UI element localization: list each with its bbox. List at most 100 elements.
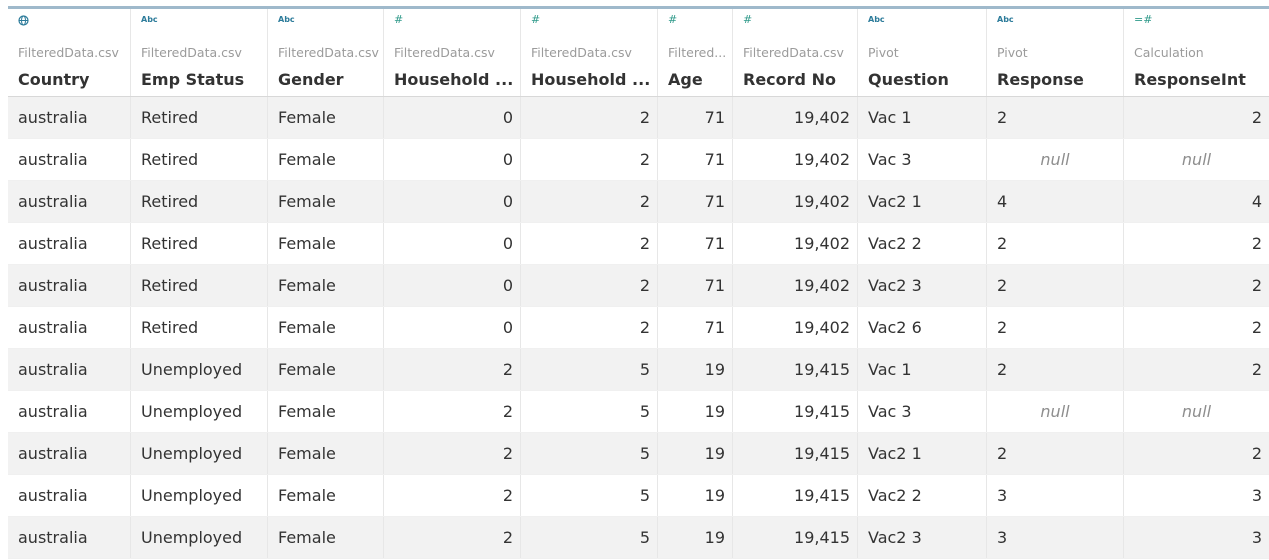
table-cell[interactable]: 2 bbox=[987, 265, 1124, 306]
table-cell[interactable]: 2 bbox=[384, 517, 521, 558]
table-cell[interactable]: Vac 1 bbox=[858, 97, 987, 138]
table-cell[interactable]: 0 bbox=[384, 139, 521, 180]
table-cell[interactable]: australia bbox=[8, 223, 131, 264]
table-cell[interactable]: Vac2 2 bbox=[858, 223, 987, 264]
table-cell[interactable]: 4 bbox=[1124, 181, 1269, 222]
abc-icon[interactable]: Abc bbox=[278, 14, 295, 26]
table-cell[interactable]: Unemployed bbox=[131, 349, 268, 390]
calculated-number-icon[interactable]: =# bbox=[1134, 14, 1152, 26]
table-cell[interactable]: 19 bbox=[658, 517, 733, 558]
table-cell[interactable]: Vac2 1 bbox=[858, 433, 987, 474]
table-cell[interactable]: null bbox=[987, 139, 1124, 180]
table-cell[interactable]: Vac2 3 bbox=[858, 265, 987, 306]
table-cell[interactable]: australia bbox=[8, 265, 131, 306]
table-cell[interactable]: 2 bbox=[1124, 265, 1269, 306]
table-cell[interactable]: 71 bbox=[658, 97, 733, 138]
table-cell[interactable]: Unemployed bbox=[131, 391, 268, 432]
table-cell[interactable]: australia bbox=[8, 349, 131, 390]
column-header[interactable]: # FilteredData.csv Household ... bbox=[521, 9, 658, 96]
number-icon[interactable]: # bbox=[743, 14, 752, 26]
table-cell[interactable]: Vac2 6 bbox=[858, 307, 987, 348]
table-cell[interactable]: 2 bbox=[384, 433, 521, 474]
table-row[interactable]: australia Retired Female 0 2 71 19,402 Vac 3 nul… bbox=[8, 139, 1269, 181]
table-cell[interactable]: 19,402 bbox=[733, 223, 858, 264]
table-cell[interactable]: 0 bbox=[384, 181, 521, 222]
table-cell[interactable]: Female bbox=[268, 265, 384, 306]
table-cell[interactable]: Retired bbox=[131, 139, 268, 180]
table-cell[interactable]: 19,402 bbox=[733, 139, 858, 180]
table-cell[interactable]: Female bbox=[268, 139, 384, 180]
table-cell[interactable]: 19,402 bbox=[733, 181, 858, 222]
table-cell[interactable]: 2 bbox=[521, 97, 658, 138]
table-cell[interactable]: 2 bbox=[987, 97, 1124, 138]
column-name[interactable]: Question bbox=[868, 70, 982, 89]
table-cell[interactable]: Retired bbox=[131, 223, 268, 264]
table-row[interactable]: australia Retired Female 0 2 71 19,402 Vac2 144 bbox=[8, 181, 1269, 223]
table-cell[interactable]: 3 bbox=[987, 475, 1124, 516]
table-cell[interactable]: Female bbox=[268, 181, 384, 222]
table-cell[interactable]: Unemployed bbox=[131, 475, 268, 516]
table-cell[interactable]: 0 bbox=[384, 307, 521, 348]
table-cell[interactable]: 3 bbox=[987, 517, 1124, 558]
table-cell[interactable]: 0 bbox=[384, 223, 521, 264]
table-cell[interactable]: Vac 1 bbox=[858, 349, 987, 390]
column-header[interactable]: # FilteredData.csv Household ... bbox=[384, 9, 521, 96]
column-name[interactable]: Country bbox=[18, 70, 126, 89]
table-cell[interactable]: null bbox=[987, 391, 1124, 432]
table-cell[interactable]: Vac2 3 bbox=[858, 517, 987, 558]
table-cell[interactable]: 2 bbox=[384, 349, 521, 390]
table-row[interactable]: australia Unemployed Female 2 5 19 19,415 Vac2 … bbox=[8, 433, 1269, 475]
table-cell[interactable]: Vac2 1 bbox=[858, 181, 987, 222]
table-cell[interactable]: 3 bbox=[1124, 475, 1269, 516]
table-cell[interactable]: 2 bbox=[384, 391, 521, 432]
column-header[interactable]: # Filtered... Age bbox=[658, 9, 733, 96]
table-cell[interactable]: 2 bbox=[1124, 223, 1269, 264]
table-cell[interactable]: 19 bbox=[658, 433, 733, 474]
column-header[interactable]: =# Calculation ResponseInt bbox=[1124, 9, 1269, 96]
table-cell[interactable]: 71 bbox=[658, 265, 733, 306]
table-cell[interactable]: australia bbox=[8, 517, 131, 558]
table-cell[interactable]: 19 bbox=[658, 349, 733, 390]
table-cell[interactable]: 4 bbox=[987, 181, 1124, 222]
table-cell[interactable]: 2 bbox=[521, 265, 658, 306]
table-cell[interactable]: Vac 3 bbox=[858, 139, 987, 180]
table-cell[interactable]: 71 bbox=[658, 307, 733, 348]
number-icon[interactable]: # bbox=[394, 14, 403, 26]
column-header[interactable]: Abc FilteredData.csv Gender bbox=[268, 9, 384, 96]
column-name[interactable]: Gender bbox=[278, 70, 379, 89]
table-cell[interactable]: 0 bbox=[384, 97, 521, 138]
table-cell[interactable]: Female bbox=[268, 475, 384, 516]
table-cell[interactable]: Unemployed bbox=[131, 433, 268, 474]
table-cell[interactable]: 19,415 bbox=[733, 391, 858, 432]
table-cell[interactable]: australia bbox=[8, 307, 131, 348]
table-cell[interactable]: 5 bbox=[521, 433, 658, 474]
table-cell[interactable]: australia bbox=[8, 433, 131, 474]
table-row[interactable]: australia Retired Female 0 2 71 19,402 Vac2 222 bbox=[8, 223, 1269, 265]
abc-icon[interactable]: Abc bbox=[868, 14, 885, 26]
number-icon[interactable]: # bbox=[531, 14, 540, 26]
column-header[interactable]: Abc FilteredData.csv Emp Status bbox=[131, 9, 268, 96]
table-cell[interactable]: 71 bbox=[658, 139, 733, 180]
table-row[interactable]: australia Retired Female 0 2 71 19,402 Vac 122 bbox=[8, 97, 1269, 139]
table-cell[interactable]: 19,402 bbox=[733, 97, 858, 138]
table-cell[interactable]: 19,402 bbox=[733, 307, 858, 348]
column-header[interactable]: FilteredData.csv Country bbox=[8, 9, 131, 96]
table-cell[interactable]: Female bbox=[268, 391, 384, 432]
table-cell[interactable]: Unemployed bbox=[131, 517, 268, 558]
table-row[interactable]: australia Unemployed Female 2 5 19 19,415 Vac2 … bbox=[8, 475, 1269, 517]
table-row[interactable]: australia Retired Female 0 2 71 19,402 Vac2 322 bbox=[8, 265, 1269, 307]
table-cell[interactable]: australia bbox=[8, 139, 131, 180]
abc-icon[interactable]: Abc bbox=[141, 14, 158, 26]
table-cell[interactable]: 0 bbox=[384, 265, 521, 306]
table-cell[interactable]: Female bbox=[268, 517, 384, 558]
table-cell[interactable]: 19,415 bbox=[733, 433, 858, 474]
table-cell[interactable]: 19,402 bbox=[733, 265, 858, 306]
table-cell[interactable]: 2 bbox=[521, 223, 658, 264]
table-cell[interactable]: 19,415 bbox=[733, 475, 858, 516]
table-cell[interactable]: null bbox=[1124, 391, 1269, 432]
column-name[interactable]: Household ... bbox=[531, 70, 653, 89]
abc-icon[interactable]: Abc bbox=[997, 14, 1014, 26]
table-cell[interactable]: Female bbox=[268, 223, 384, 264]
table-cell[interactable]: 5 bbox=[521, 475, 658, 516]
table-cell[interactable]: Retired bbox=[131, 307, 268, 348]
